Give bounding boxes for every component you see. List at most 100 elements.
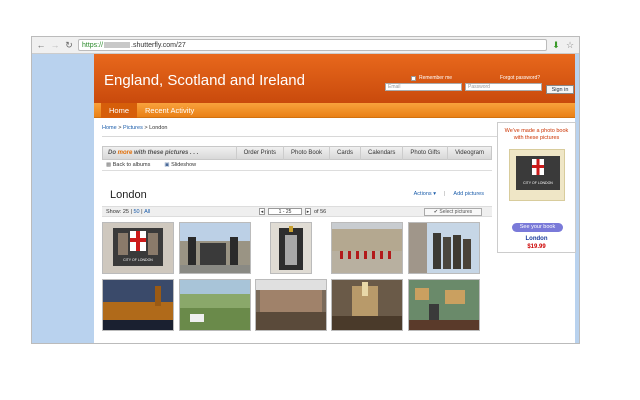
thumb-caption: CITY OF LONDON bbox=[123, 258, 153, 262]
videogram-link[interactable]: Videogram bbox=[447, 146, 491, 160]
slideshow-label: Slideshow bbox=[171, 162, 197, 168]
sign-in-button[interactable]: Sign in bbox=[546, 85, 574, 94]
browser-window: ← → ↻ https:// .shutterfly.com/27 ⬇ ☆ En… bbox=[31, 36, 580, 344]
show-all-link[interactable]: All bbox=[144, 209, 150, 215]
photo-thumbnail[interactable] bbox=[179, 279, 251, 331]
actions-menu[interactable]: Actions ▾ bbox=[414, 191, 436, 197]
select-pictures-button[interactable]: ✔ Select pictures bbox=[424, 207, 482, 216]
back-arrow-icon[interactable]: ← bbox=[36, 40, 46, 50]
breadcrumb-sep: > bbox=[144, 125, 148, 131]
url-redacted-block bbox=[104, 42, 131, 48]
breadcrumb: Home > Pictures > London bbox=[102, 125, 167, 131]
page-total: of 56 bbox=[314, 208, 327, 215]
garden-image bbox=[180, 280, 250, 330]
do-more-em: more bbox=[117, 150, 133, 156]
do-more-prefix: Do bbox=[108, 150, 116, 156]
address-bar[interactable]: https:// .shutterfly.com/27 bbox=[78, 39, 547, 51]
album-icon: ▩ bbox=[106, 162, 112, 168]
photo-thumbnail[interactable] bbox=[255, 279, 327, 331]
gate-tower-image bbox=[271, 223, 311, 273]
slideshow-icon: ▣ bbox=[164, 162, 170, 168]
actions-menu-label: Actions bbox=[413, 191, 432, 197]
album-title: London bbox=[110, 189, 147, 201]
select-pictures-label: Select pictures bbox=[439, 208, 473, 215]
cards-link[interactable]: Cards bbox=[329, 146, 360, 160]
statue-image bbox=[409, 223, 479, 273]
photo-thumbnail[interactable] bbox=[331, 222, 403, 274]
next-page-button[interactable]: ▸ bbox=[305, 208, 311, 215]
book-cover-photo: CITY OF LONDON bbox=[516, 156, 560, 190]
tab-home[interactable]: Home bbox=[101, 102, 138, 118]
do-more-bar: Do more with these pictures . . . Order … bbox=[102, 146, 492, 160]
promo-book-name[interactable]: London bbox=[498, 236, 575, 242]
do-more-label: Do more with these pictures . . . bbox=[103, 150, 236, 156]
palace-gate-image bbox=[180, 223, 250, 273]
reload-icon[interactable]: ↻ bbox=[64, 40, 74, 50]
photo-book-promo: We've made a photo book with these pictu… bbox=[497, 122, 576, 253]
site-header: England, Scotland and Ireland Remember m… bbox=[94, 54, 575, 103]
remember-me[interactable]: Remember me bbox=[411, 75, 452, 81]
breadcrumb-current: London bbox=[149, 125, 168, 131]
see-your-book-button[interactable]: See your book bbox=[512, 223, 563, 232]
interior-image bbox=[332, 280, 402, 330]
show-50-link[interactable]: 50 bbox=[133, 209, 139, 215]
url-scheme: https:// bbox=[82, 41, 104, 49]
city-crest-cover-image: CITY OF LONDON bbox=[516, 156, 560, 190]
page-range-select[interactable]: 1 - 25 bbox=[268, 208, 302, 215]
browser-toolbar: ← → ↻ https:// .shutterfly.com/27 ⬇ ☆ bbox=[32, 37, 579, 54]
remember-me-checkbox[interactable] bbox=[411, 75, 416, 81]
email-field[interactable]: Email bbox=[385, 83, 462, 91]
order-prints-link[interactable]: Order Prints bbox=[235, 146, 283, 160]
forward-arrow-icon[interactable]: → bbox=[50, 40, 60, 50]
photo-thumbnail[interactable] bbox=[270, 222, 312, 274]
link-separator: | bbox=[443, 191, 446, 197]
prev-page-button[interactable]: ◂ bbox=[259, 208, 265, 215]
book-caption: CITY OF LONDON bbox=[523, 181, 553, 185]
city-of-london-crest-image: CITY OF LONDON bbox=[103, 223, 173, 273]
promo-text: We've made a photo book with these pictu… bbox=[504, 128, 569, 141]
photo-thumbnail[interactable] bbox=[102, 279, 174, 331]
shutterfly-page: England, Scotland and Ireland Remember m… bbox=[94, 54, 576, 343]
forgot-password-link[interactable]: Forgot password? bbox=[500, 75, 540, 81]
pager-bar: Show: 25 | 50 | All ◂ 1 - 25 ▸ of 56 ✔ S… bbox=[102, 206, 492, 217]
chevron-down-icon: ▾ bbox=[433, 191, 436, 197]
photo-thumbnail[interactable]: CITY OF LONDON bbox=[102, 222, 174, 274]
star-icon[interactable]: ☆ bbox=[565, 40, 575, 50]
browser-content: England, Scotland and Ireland Remember m… bbox=[32, 54, 579, 343]
tab-recent-activity[interactable]: Recent Activity bbox=[137, 103, 202, 118]
page-background-left bbox=[32, 54, 94, 343]
photo-thumbnail[interactable] bbox=[408, 279, 480, 331]
album-subbar: ▩ Back to albums ▣ Slideshow bbox=[102, 160, 492, 171]
site-title: England, Scotland and Ireland bbox=[104, 72, 305, 89]
promo-price: $19.99 bbox=[527, 244, 546, 250]
album-panel: Do more with these pictures . . . Order … bbox=[102, 146, 492, 343]
photo-thumbnail[interactable] bbox=[331, 279, 403, 331]
password-field[interactable]: Password bbox=[465, 83, 542, 91]
globe-theatre-image bbox=[256, 280, 326, 330]
slideshow-link[interactable]: ▣ Slideshow bbox=[164, 162, 196, 168]
divider bbox=[102, 136, 563, 137]
back-to-albums-link[interactable]: ▩ Back to albums bbox=[106, 162, 150, 168]
do-more-suffix: with these pictures . . . bbox=[134, 150, 199, 156]
back-to-albums-label: Back to albums bbox=[112, 162, 151, 168]
download-arrow-icon[interactable]: ⬇ bbox=[551, 40, 561, 50]
remember-me-label: Remember me bbox=[419, 75, 453, 81]
photo-thumbnail[interactable] bbox=[408, 222, 480, 274]
photo-thumbnail[interactable] bbox=[179, 222, 251, 274]
url-path: .shutterfly.com/27 bbox=[131, 41, 186, 49]
photo-book-link[interactable]: Photo Book bbox=[282, 146, 329, 160]
guards-parade-image bbox=[332, 223, 402, 273]
breadcrumb-home[interactable]: Home bbox=[102, 125, 117, 131]
breadcrumb-pictures[interactable]: Pictures bbox=[123, 125, 143, 131]
calendars-link[interactable]: Calendars bbox=[360, 146, 402, 160]
page-navigator: ◂ 1 - 25 ▸ of 56 bbox=[259, 208, 326, 215]
parliament-night-image bbox=[103, 280, 173, 330]
show-label: Show: bbox=[106, 208, 122, 215]
album-links: Actions ▾ | Add pictures bbox=[414, 191, 484, 197]
main-nav: Home Recent Activity bbox=[94, 102, 575, 118]
photo-gifts-link[interactable]: Photo Gifts bbox=[402, 146, 447, 160]
breadcrumb-sep: > bbox=[118, 125, 122, 131]
add-pictures-link[interactable]: Add pictures bbox=[453, 191, 484, 197]
show-25-option[interactable]: 25 bbox=[123, 209, 129, 215]
photo-book-image[interactable]: CITY OF LONDON bbox=[509, 149, 565, 201]
